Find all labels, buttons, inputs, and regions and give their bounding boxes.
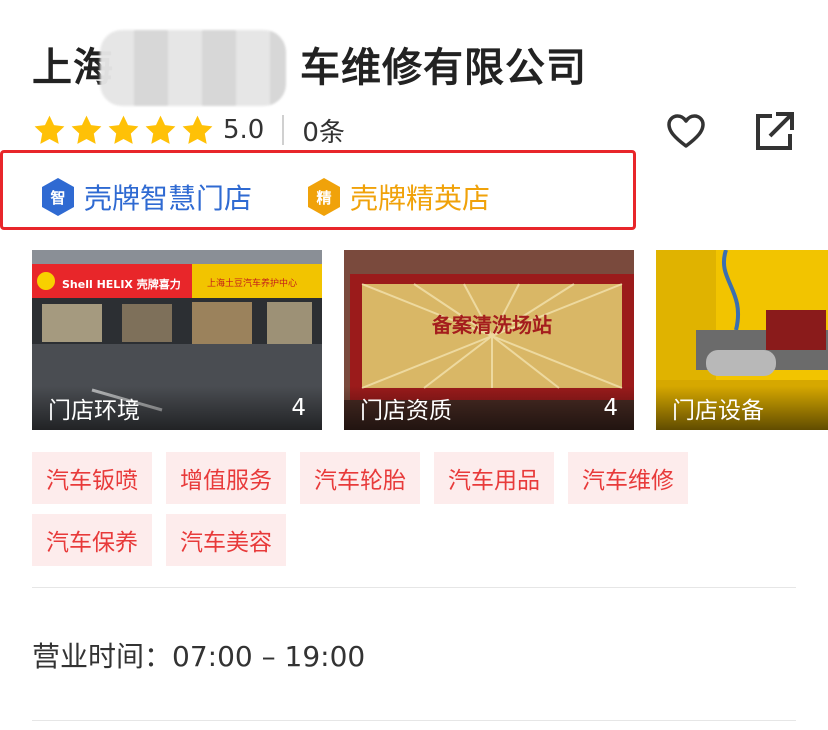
svg-text:智: 智	[50, 189, 65, 207]
photo-caption: 门店环境 4	[32, 386, 322, 430]
service-tag[interactable]: 汽车钣喷	[32, 452, 152, 504]
service-tag[interactable]: 汽车用品	[434, 452, 554, 504]
badge-smart-store[interactable]: 智 壳牌智慧门店	[40, 177, 252, 217]
star-rating	[32, 113, 215, 148]
star-icon	[108, 115, 139, 144]
svg-text:上海土豆汽车养护中心: 上海土豆汽车养护中心	[207, 277, 297, 289]
svg-text:备案清洗场站: 备案清洗场站	[431, 313, 552, 337]
service-tag[interactable]: 汽车轮胎	[300, 452, 420, 504]
photo-label: 门店设备	[672, 398, 764, 424]
star-icon	[34, 115, 65, 144]
heart-outline-icon[interactable]	[664, 110, 708, 154]
elite-store-hex-icon: 精	[308, 178, 340, 216]
business-hours-value: 07:00 – 19:00	[172, 640, 366, 673]
service-tag[interactable]: 汽车美容	[166, 514, 286, 566]
share-external-icon[interactable]	[752, 110, 796, 154]
badge-label: 壳牌精英店	[350, 182, 491, 215]
service-tag[interactable]: 增值服务	[166, 452, 286, 504]
service-tag[interactable]: 汽车保养	[32, 514, 152, 566]
svg-text:精: 精	[316, 189, 331, 207]
rating-row: 5.0 0条	[32, 110, 345, 150]
rating-score: 5.0	[223, 115, 265, 145]
badge-label: 壳牌智慧门店	[84, 182, 253, 215]
service-tag[interactable]: 汽车维修	[568, 452, 688, 504]
photo-count: 4	[603, 395, 618, 421]
photo-caption: 门店资质 4	[344, 386, 634, 430]
review-count-link[interactable]: 0条	[302, 112, 345, 149]
star-icon	[182, 115, 213, 144]
photo-label: 门店资质	[360, 398, 452, 424]
photo-label: 门店环境	[48, 398, 140, 424]
star-icon	[145, 115, 176, 144]
photo-store-credentials[interactable]: 备案清洗场站 门店资质 4	[344, 250, 634, 430]
photo-store-environment[interactable]: Shell HELIX 壳牌喜力 上海土豆汽车养护中心 门店环境 4	[32, 250, 322, 430]
divider	[32, 587, 796, 588]
smart-store-hex-icon: 智	[42, 178, 74, 216]
star-icon	[71, 115, 102, 144]
photo-caption: 门店设备	[656, 386, 828, 430]
redacted-name-blur	[100, 30, 286, 106]
photo-count: 4	[291, 395, 306, 421]
business-hours-label: 营业时间：	[32, 640, 173, 673]
badge-elite-store[interactable]: 精 壳牌精英店	[306, 177, 490, 217]
divider	[32, 720, 796, 721]
certification-badges: 智 壳牌智慧门店 精 壳牌精英店	[0, 150, 636, 230]
shop-name-suffix: 车维修有限公司	[300, 45, 587, 91]
divider	[282, 115, 285, 145]
photo-store-equipment[interactable]: 门店设备	[656, 250, 828, 430]
svg-text:Shell HELIX 壳牌喜力: Shell HELIX 壳牌喜力	[62, 277, 181, 291]
business-hours: 营业时间：07:00 – 19:00	[32, 635, 365, 675]
